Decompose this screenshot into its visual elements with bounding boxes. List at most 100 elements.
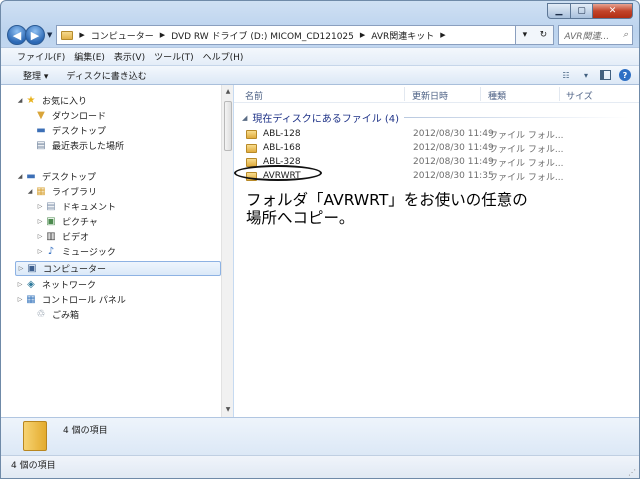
nav-item-downloads[interactable]: ▼ ダウンロード (25, 108, 106, 123)
view-dropdown-icon[interactable]: ▾ (580, 70, 592, 80)
nav-item-label: ドキュメント (62, 203, 117, 213)
menu-file[interactable]: ファイル(F) (17, 50, 65, 63)
file-type: ファイル フォル... (489, 172, 564, 183)
scroll-up-icon[interactable]: ▲ (223, 87, 233, 97)
expand-icon[interactable]: ▷ (16, 265, 26, 272)
breadcrumb-avr-kit[interactable]: AVR関連キット (371, 29, 434, 42)
search-input[interactable]: AVR関連... ⌕ (558, 25, 633, 45)
computer-icon: ▣ (27, 263, 37, 274)
recycle-bin-icon: ♲ (36, 309, 46, 320)
group-header[interactable]: ◢ 現在ディスクにあるファイル (4) (242, 110, 400, 126)
column-date[interactable]: 更新日時 (412, 89, 448, 102)
forward-arrow-icon: ▶ (30, 28, 40, 42)
nav-item-pictures[interactable]: ▷ ▣ ピクチャ (35, 214, 98, 229)
nav-item-recent-places[interactable]: ▤ 最近表示した場所 (25, 138, 124, 153)
expand-icon[interactable]: ▷ (35, 218, 45, 225)
scroll-down-icon[interactable]: ▼ (223, 405, 233, 415)
preview-pane-icon[interactable] (600, 70, 611, 80)
folder-icon (246, 129, 257, 139)
folder-icon (23, 421, 47, 451)
nav-scrollbar[interactable]: ▲ ▼ (221, 85, 233, 417)
resize-grip-icon[interactable]: ⋰ (628, 468, 636, 477)
expand-icon[interactable]: ▷ (15, 281, 25, 288)
file-type: ファイル フォル... (489, 130, 564, 141)
details-item-count: 4 個の項目 (63, 426, 108, 436)
nav-item-computer[interactable]: ▷ ▣ コンピューター (15, 261, 221, 276)
menu-edit[interactable]: 編集(E) (74, 50, 105, 63)
nav-item-network[interactable]: ▷ ◈ ネットワーク (15, 277, 96, 292)
list-item[interactable]: ABL-128 2012/08/30 11:49 ファイル フォル... (246, 127, 629, 141)
search-icon[interactable]: ⌕ (623, 30, 628, 40)
help-icon[interactable]: ? (619, 69, 631, 81)
nav-item-label: ミュージック (62, 248, 116, 258)
libraries-icon: ▦ (36, 186, 46, 197)
nav-item-label: デスクトップ (42, 173, 97, 183)
documents-icon: ▤ (46, 201, 56, 212)
expand-icon[interactable]: ▷ (35, 233, 45, 240)
expand-icon[interactable]: ▷ (35, 203, 45, 210)
menu-tools[interactable]: ツール(T) (154, 50, 194, 63)
burn-to-disc-button[interactable]: ディスクに書き込む (66, 69, 146, 82)
file-list-pane: 名前 更新日時 種類 サイズ ◢ 現在ディスクにあるファイル (4) ABL-1… (234, 85, 639, 417)
expand-icon[interactable]: ▷ (35, 248, 45, 255)
recent-places-icon: ▤ (36, 140, 46, 151)
list-item[interactable]: ABL-168 2012/08/30 11:49 ファイル フォル... (246, 141, 629, 155)
column-size[interactable]: サイズ (566, 89, 593, 102)
folder-icon (61, 30, 74, 40)
nav-item-label: ピクチャ (62, 218, 98, 228)
refresh-icon[interactable]: ↻ (540, 30, 548, 40)
nav-item-music[interactable]: ▷ ♪ ミュージック (35, 244, 116, 259)
breadcrumb-dvd-drive[interactable]: DVD RW ドライブ (D:) MICOM_CD121025 (171, 29, 354, 42)
forward-button[interactable]: ▶ (25, 25, 45, 45)
menu-help[interactable]: ヘルプ(H) (203, 50, 244, 63)
change-view-icon[interactable]: ☷ (560, 70, 572, 80)
breadcrumb-separator-icon[interactable]: ▶ (160, 31, 165, 39)
breadcrumb-computer[interactable]: コンピューター (91, 29, 154, 42)
collapse-icon[interactable]: ◢ (15, 173, 25, 180)
caption-buttons: ▁ ▢ ✕ (547, 3, 633, 19)
maximize-button[interactable]: ▢ (571, 3, 593, 19)
back-arrow-icon: ◀ (12, 28, 22, 42)
address-bar[interactable]: ▶ コンピューター ▶ DVD RW ドライブ (D:) MICOM_CD121… (56, 25, 517, 45)
back-button[interactable]: ◀ (7, 25, 27, 45)
column-type[interactable]: 種類 (488, 89, 506, 102)
close-button[interactable]: ✕ (593, 3, 633, 19)
collapse-icon[interactable]: ◢ (25, 188, 35, 195)
nav-item-label: 最近表示した場所 (52, 142, 125, 152)
control-panel-icon: ▦ (26, 294, 36, 305)
collapse-icon[interactable]: ◢ (15, 97, 25, 104)
menu-bar: ファイル(F) 編集(E) 表示(V) ツール(T) ヘルプ(H) (1, 47, 639, 65)
nav-item-desktop-favorite[interactable]: ▬ デスクトップ (25, 123, 106, 138)
nav-scroll-thumb[interactable] (224, 101, 232, 151)
address-row: ◀ ▶ ▼ ▶ コンピューター ▶ DVD RW ドライブ (D:) MICOM… (7, 23, 633, 47)
group-header-label: 現在ディスクにあるファイル (4) (252, 114, 400, 125)
desktop-icon: ▬ (36, 125, 46, 136)
expand-icon[interactable]: ▷ (15, 296, 25, 303)
nav-item-documents[interactable]: ▷ ▤ ドキュメント (35, 199, 116, 214)
column-header-row: 名前 更新日時 種類 サイズ (234, 85, 639, 103)
nav-item-videos[interactable]: ▷ ▥ ビデオ (35, 229, 89, 244)
nav-item-label: お気に入り (42, 97, 88, 107)
nav-item-control-panel[interactable]: ▷ ▦ コントロール パネル (15, 292, 126, 307)
nav-item-label: ビデオ (62, 233, 90, 243)
minimize-button[interactable]: ▁ (547, 3, 571, 19)
nav-item-recycle-bin[interactable]: ♲ ごみ箱 (25, 307, 80, 322)
group-collapse-icon[interactable]: ◢ (242, 114, 247, 122)
explorer-window: ▁ ▢ ✕ ◀ ▶ ▼ ▶ コンピューター ▶ DVD RW ドライブ (D:)… (0, 0, 640, 479)
file-type: ファイル フォル... (489, 158, 564, 169)
file-date: 2012/08/30 11:49 (413, 129, 494, 139)
column-name[interactable]: 名前 (245, 89, 263, 102)
nav-item-libraries[interactable]: ◢ ▦ ライブラリ (25, 184, 97, 199)
breadcrumb-separator-icon[interactable]: ▶ (440, 31, 445, 39)
breadcrumb-separator-icon[interactable]: ▶ (79, 31, 84, 39)
address-dropdown-icon[interactable]: ▾ (523, 30, 528, 40)
nav-item-favorites[interactable]: ◢ ★ お気に入り (15, 93, 87, 108)
organize-button[interactable]: 整理 ▾ (23, 69, 48, 82)
nav-item-label: ライブラリ (52, 188, 98, 198)
nav-item-desktop[interactable]: ◢ ▬ デスクトップ (15, 169, 96, 184)
recent-pages-dropdown[interactable]: ▼ (47, 31, 52, 39)
folder-icon (246, 143, 257, 153)
breadcrumb-separator-icon[interactable]: ▶ (360, 31, 365, 39)
navigation-pane: ◢ ★ お気に入り ▼ ダウンロード ▬ デスクトップ ▤ 最近表示した場所 ◢… (1, 85, 233, 417)
menu-view[interactable]: 表示(V) (114, 50, 145, 63)
